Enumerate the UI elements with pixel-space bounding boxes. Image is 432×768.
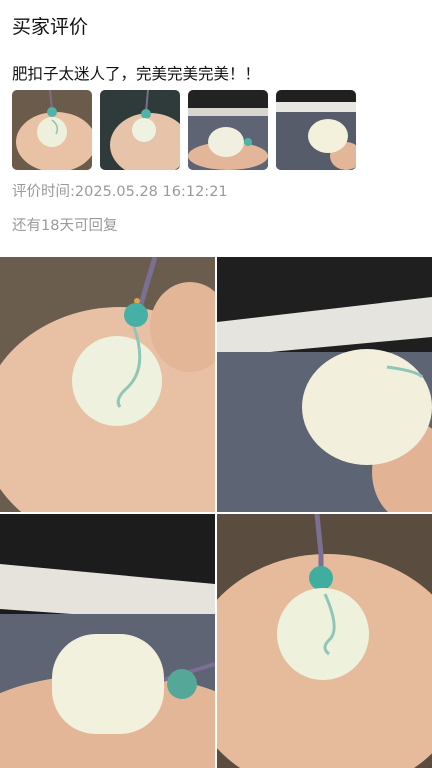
- timestamp-value: 2025.05.28 16:12:21: [74, 184, 228, 200]
- thumb-photo-1[interactable]: [12, 90, 92, 170]
- thumb-photo-4[interactable]: [276, 90, 356, 170]
- gallery-photo-2[interactable]: [217, 257, 432, 512]
- thumb-photo-3[interactable]: [188, 90, 268, 170]
- gallery-photo-1[interactable]: [0, 257, 215, 512]
- photo-gallery: [0, 257, 432, 768]
- thumbnail-strip: [12, 90, 422, 170]
- gallery-photo-4[interactable]: [217, 514, 432, 768]
- page-title: 买家评价: [12, 16, 89, 38]
- timestamp-label: 评价时间:: [12, 184, 75, 200]
- review-text: 肥扣子太迷人了，完美完美完美！！: [12, 65, 261, 83]
- gallery-photo-3[interactable]: [0, 514, 215, 768]
- review-timestamp: 评价时间:2025.05.28 16:12:21: [12, 180, 228, 201]
- reply-notice: 还有18天可回复: [12, 218, 118, 234]
- thumb-photo-2[interactable]: [100, 90, 180, 170]
